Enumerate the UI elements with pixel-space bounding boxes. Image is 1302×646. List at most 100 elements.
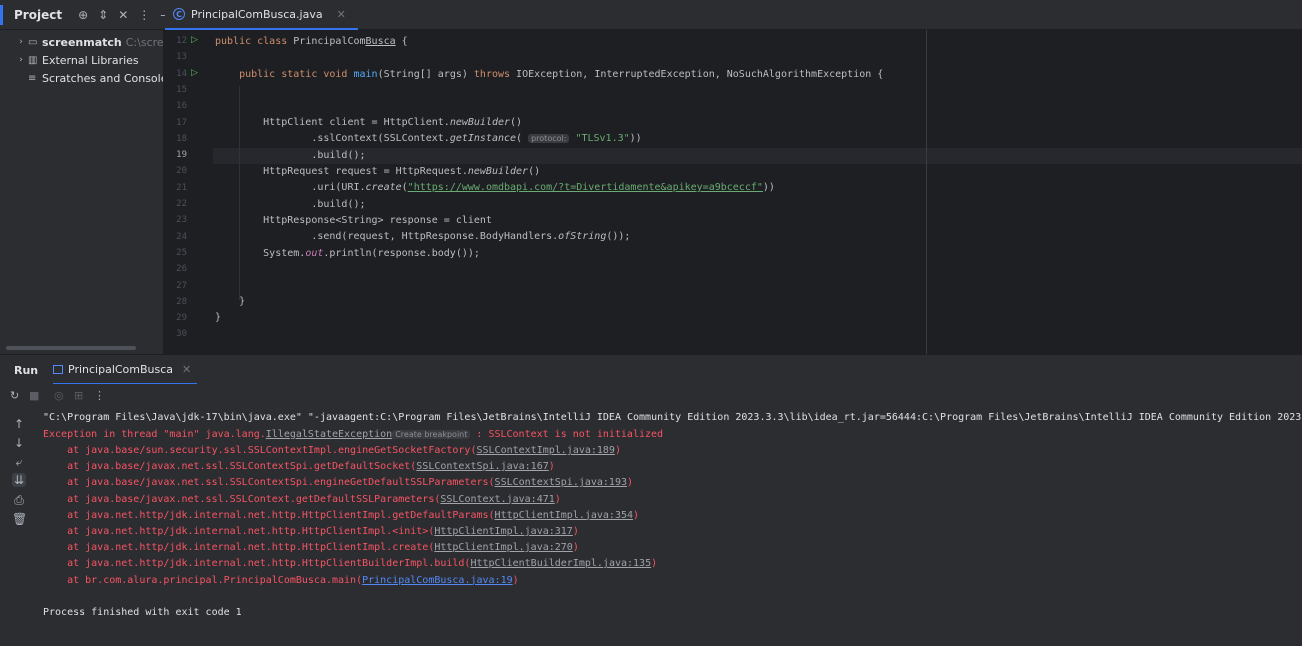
soft-wrap-icon[interactable]: ⤶	[12, 455, 26, 470]
source-link[interactable]: HttpClientBuilderImpl.java:135	[470, 558, 651, 569]
stack-trace-line: at java.net.http/jdk.internal.net.http.H…	[43, 526, 579, 537]
more-options-icon[interactable]: ⋮	[94, 389, 105, 402]
scroll-to-end-icon[interactable]: ⇊	[12, 473, 26, 487]
more-options-icon[interactable]: ⋮	[138, 8, 150, 22]
tree-item-label: screenmatch	[42, 35, 122, 49]
code-line-20: HttpRequest request = HttpRequest.newBui…	[215, 166, 541, 177]
collapse-all-icon[interactable]: ✕	[118, 8, 128, 22]
stack-trace-line: at java.base/javax.net.ssl.SSLContextSpi…	[43, 477, 634, 489]
code-line-21: .uri(URI.create("https://www.omdbapi.com…	[215, 182, 775, 193]
line-number[interactable]: 29	[163, 313, 187, 323]
library-icon: ▥	[28, 54, 38, 66]
line-number[interactable]: 12	[163, 36, 187, 46]
source-link[interactable]: SSLContextSpi.java:167	[416, 461, 548, 472]
run-main-icon[interactable]: ▷	[191, 68, 198, 78]
clear-all-icon[interactable]: 🗑	[12, 512, 27, 526]
scroll-down-icon[interactable]: ↓	[12, 436, 26, 450]
run-config-icon	[53, 364, 63, 374]
locate-icon[interactable]: ⊕	[78, 8, 88, 22]
line-number[interactable]: 22	[163, 199, 187, 209]
stack-trace-line: at java.base/sun.security.ssl.SSLContext…	[43, 445, 621, 456]
code-line-29: }	[215, 312, 222, 323]
tree-item-external-libraries[interactable]: › ▥ External Libraries	[0, 51, 138, 69]
console-exit-line: Process finished with exit code 1	[43, 607, 242, 618]
scroll-up-icon[interactable]: ↑	[12, 417, 26, 431]
source-link[interactable]: SSLContextSpi.java:193	[495, 477, 627, 488]
run-panel-title[interactable]: Run	[14, 364, 38, 377]
code-line-17: HttpClient client = HttpClient.newBuilde…	[215, 117, 523, 128]
code-line-28: }	[215, 296, 246, 307]
line-number[interactable]: 15	[163, 85, 187, 95]
stack-trace-line: at java.base/javax.net.ssl.SSLContextSpi…	[43, 461, 555, 473]
run-class-icon[interactable]: ▷	[191, 35, 198, 45]
line-number[interactable]: 17	[163, 118, 187, 128]
code-editor[interactable]: public class PrincipalComBusca { public …	[213, 30, 1302, 354]
chevron-right-icon[interactable]: ›	[14, 37, 28, 47]
restore-layout-icon[interactable]: ⊞	[74, 389, 83, 402]
stack-trace-line: at java.base/javax.net.ssl.SSLContext.ge…	[43, 493, 561, 505]
exception-class-link[interactable]: IllegalStateException	[266, 429, 392, 440]
code-line-12: public class PrincipalComBusca {	[215, 36, 408, 47]
tree-item-path: C:\screenm	[125, 35, 163, 49]
line-number[interactable]: 16	[163, 101, 187, 111]
source-link[interactable]: HttpClientImpl.java:354	[495, 510, 633, 521]
line-number[interactable]: 14	[163, 69, 187, 79]
line-number[interactable]: 30	[163, 329, 187, 339]
run-panel-header: Run PrincipalComBusca ✕	[0, 354, 1302, 385]
console-command-line: "C:\Program Files\Java\jdk-17\bin\java.e…	[43, 412, 1302, 423]
line-number[interactable]: 28	[163, 297, 187, 307]
run-tab-principalcombusca[interactable]: PrincipalComBusca ✕	[53, 355, 198, 385]
source-link[interactable]: SSLContext.java:471	[440, 494, 554, 505]
source-link[interactable]: HttpClientImpl.java:270	[434, 542, 572, 553]
parameter-hint: protocol:	[528, 134, 570, 143]
stop-icon[interactable]: ■	[29, 389, 39, 402]
screenshot-icon[interactable]: ◎	[54, 389, 64, 402]
code-line-23: HttpResponse<String> response = client	[215, 215, 492, 226]
line-number[interactable]: 21	[163, 183, 187, 193]
console-side-toolbar: ↑ ↓ ⤶ ⇊ ⎙ 🗑	[0, 408, 36, 646]
folder-icon: ▭	[28, 36, 38, 48]
tree-item-screenmatch[interactable]: › ▭ screenmatch C:\screenm	[0, 33, 163, 51]
source-link[interactable]: PrincipalComBusca.java:19	[362, 575, 513, 586]
top-bar: Project ⊕ ⇕ ✕ ⋮ — C PrincipalComBusca.ja…	[0, 0, 1302, 30]
editor-gutter[interactable]: ▷ ▷ 12 13 14 15 16 17 18 19 20 21 22 23 24 25 26 27 28 29…	[163, 30, 213, 354]
line-number[interactable]: 13	[163, 52, 187, 62]
tab-label: PrincipalComBusca.java	[191, 7, 323, 21]
tab-principalcombusca[interactable]: C PrincipalComBusca.java ✕	[165, 0, 358, 30]
project-panel-header: Project ⊕ ⇕ ✕ ⋮ —	[0, 0, 172, 30]
tree-item-scratches[interactable]: ≡ Scratches and Consoles	[0, 69, 163, 87]
print-icon[interactable]: ⎙	[12, 493, 26, 508]
stack-trace-line: at java.net.http/jdk.internal.net.http.H…	[43, 558, 658, 570]
source-link[interactable]: HttpClientImpl.java:317	[434, 526, 572, 537]
code-line-18: .sslContext(SSLContext.getInstance( prot…	[215, 133, 642, 144]
line-number[interactable]: 25	[163, 248, 187, 258]
run-toolbar: ↻ ■ ◎ ⊞ ⋮	[0, 384, 1302, 408]
line-number[interactable]: 27	[163, 281, 187, 291]
run-console[interactable]: "C:\Program Files\Java\jdk-17\bin\java.e…	[36, 408, 1302, 646]
source-link[interactable]: SSLContextImpl.java:189	[476, 445, 614, 456]
code-line-25: System.out.println(response.body());	[215, 248, 480, 259]
line-number[interactable]: 24	[163, 232, 187, 242]
create-breakpoint-button[interactable]: Create breakpoint	[392, 430, 471, 439]
stack-trace-line: at java.net.http/jdk.internal.net.http.H…	[43, 542, 579, 554]
right-margin-guide	[926, 30, 927, 354]
line-number[interactable]: 18	[163, 134, 187, 144]
code-line-22: .build();	[215, 199, 366, 210]
console-exception-line: Exception in thread "main" java.lang.Ill…	[43, 429, 664, 440]
line-number[interactable]: 26	[163, 264, 187, 274]
horizontal-scrollbar[interactable]	[6, 346, 136, 350]
current-line-highlight	[213, 148, 1302, 164]
code-line-14: public static void main(String[] args) t…	[215, 69, 884, 80]
rerun-icon[interactable]: ↻	[10, 389, 19, 402]
project-tree: › ▭ screenmatch C:\screenm › ▥ External …	[0, 30, 163, 354]
close-run-tab-icon[interactable]: ✕	[182, 363, 191, 376]
line-number[interactable]: 23	[163, 215, 187, 225]
expand-all-icon[interactable]: ⇕	[98, 8, 108, 22]
project-panel-title[interactable]: Project	[14, 8, 62, 22]
line-number[interactable]: 20	[163, 166, 187, 176]
scratches-icon: ≡	[28, 72, 37, 84]
chevron-right-icon[interactable]: ›	[14, 55, 28, 65]
close-tab-icon[interactable]: ✕	[337, 8, 346, 21]
line-number[interactable]: 19	[163, 150, 187, 160]
java-class-icon: C	[173, 8, 185, 20]
